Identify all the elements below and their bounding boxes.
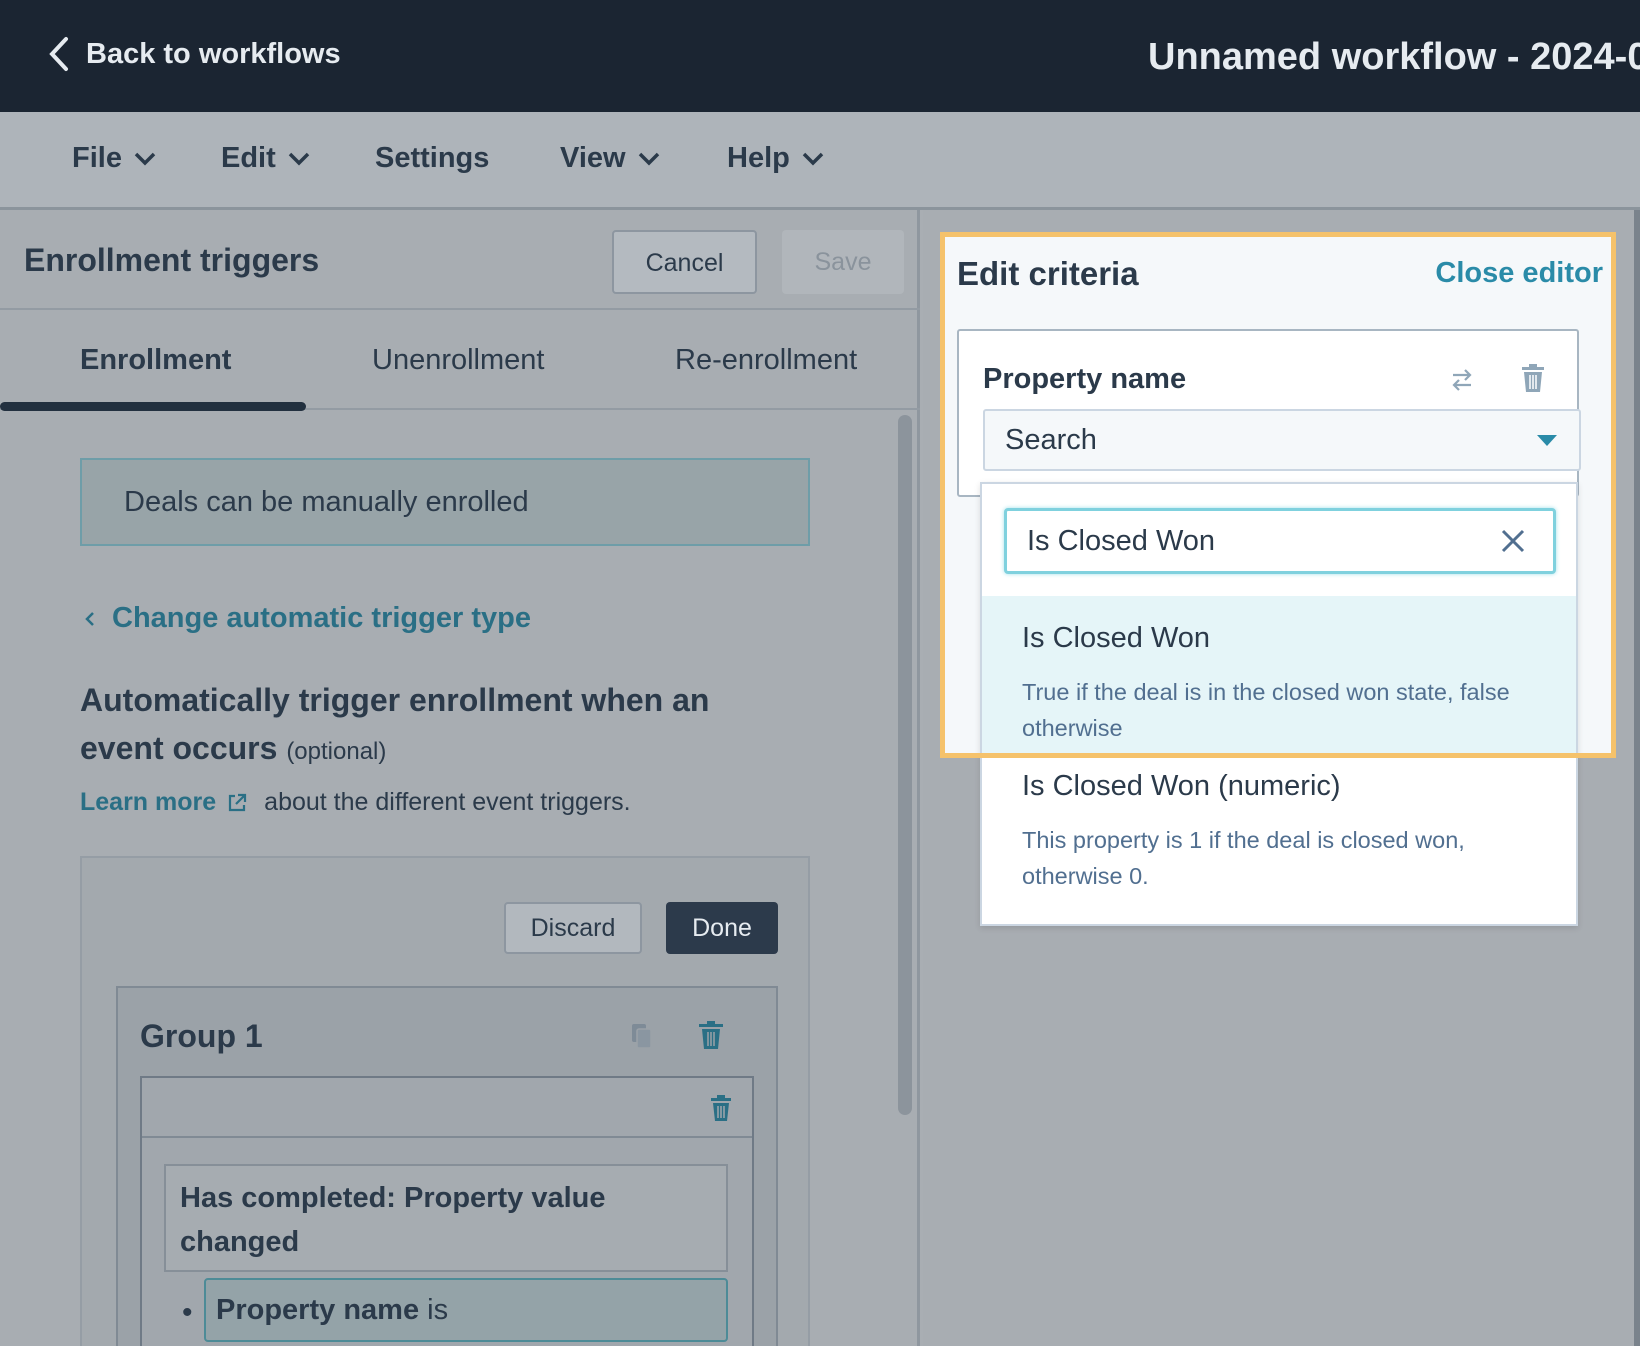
property-dropdown: Is Closed Won True if the deal is in the…	[980, 482, 1578, 926]
back-to-workflows-link[interactable]: Back to workflows	[48, 36, 341, 72]
workflow-title[interactable]: Unnamed workflow - 2024-0	[1148, 36, 1640, 79]
panel-scrollbar[interactable]	[898, 415, 912, 1115]
external-link-icon[interactable]	[226, 792, 248, 814]
tab-enrollment[interactable]: Enrollment	[80, 344, 231, 377]
menu-file-label: File	[72, 142, 122, 174]
learn-more-line: Learn more about the different event tri…	[80, 788, 631, 817]
filter-card: Has completed: Property value changed • …	[140, 1076, 754, 1346]
save-button[interactable]: Save	[782, 230, 904, 294]
change-trigger-label: Change automatic trigger type	[112, 602, 531, 634]
menu-view-label: View	[560, 142, 626, 174]
copy-icon[interactable]	[630, 1022, 654, 1050]
trash-icon[interactable]	[698, 1020, 724, 1050]
group-title: Group 1	[140, 1018, 263, 1054]
chevron-down-icon	[288, 152, 310, 165]
caret-down-icon	[1537, 435, 1557, 446]
active-tab-indicator	[0, 402, 306, 411]
option-description: This property is 1 if the deal is closed…	[1022, 827, 1465, 889]
chevron-down-icon	[802, 152, 824, 165]
dropdown-option[interactable]: Is Closed Won (numeric) This property is…	[982, 756, 1576, 924]
option-title: Is Closed Won	[1022, 622, 1211, 654]
auto-trigger-heading-text: Automatically trigger enrollment when an…	[80, 682, 710, 766]
dropdown-search	[982, 484, 1576, 596]
canvas-edge	[1634, 210, 1640, 1346]
menu-view[interactable]: View	[560, 142, 660, 175]
trash-icon[interactable]	[1521, 363, 1545, 393]
trigger-tabs: Enrollment Unenrollment Re-enrollment	[0, 310, 920, 411]
edit-criteria-title: Edit criteria	[957, 255, 1139, 292]
swap-icon[interactable]	[1449, 367, 1475, 393]
learn-more-suffix: about the different event triggers.	[264, 788, 631, 816]
property-select[interactable]: Search	[983, 409, 1581, 471]
menu-settings-label: Settings	[375, 142, 490, 174]
auto-trigger-heading: Automatically trigger enrollment when an…	[80, 676, 800, 776]
trash-icon[interactable]	[710, 1094, 732, 1122]
trigger-editor-card: Discard Done Group 1 Has completed: Prop…	[80, 856, 810, 1346]
option-description: True if the deal is in the closed won st…	[1022, 679, 1510, 741]
menu-bar: File Edit Settings View Help	[0, 112, 1640, 210]
option-title: Is Closed Won (numeric)	[1022, 770, 1341, 802]
close-icon[interactable]	[1500, 528, 1526, 554]
optional-label: (optional)	[286, 738, 387, 765]
property-name-label: Property name	[983, 363, 1187, 395]
filter-group: Group 1 Has completed: Property value ch…	[116, 986, 778, 1346]
discard-button[interactable]: Discard	[504, 902, 642, 954]
panel-header: Enrollment triggers Cancel Save	[0, 210, 920, 310]
chevron-left-icon	[85, 611, 94, 626]
event-filter-label: Has completed: Property value changed	[164, 1164, 728, 1272]
chip-operator: is	[419, 1294, 449, 1326]
change-trigger-type-link[interactable]: Change automatic trigger type	[84, 602, 531, 635]
filter-card-header	[142, 1078, 752, 1138]
menu-edit-label: Edit	[221, 142, 276, 174]
chevron-down-icon	[134, 152, 156, 165]
tab-unenrollment[interactable]: Unenrollment	[372, 344, 544, 377]
property-criteria-card: Property name Search	[957, 329, 1581, 497]
chevron-left-icon	[49, 37, 68, 71]
manual-enroll-banner: Deals can be manually enrolled	[80, 458, 810, 546]
chip-property-name: Property name	[216, 1294, 420, 1326]
property-criteria-chip[interactable]: Property name is	[204, 1278, 728, 1342]
property-search-input[interactable]	[1004, 508, 1556, 574]
menu-help[interactable]: Help	[727, 142, 824, 175]
panel-title: Enrollment triggers	[24, 242, 320, 278]
bullet-point: •	[182, 1296, 193, 1329]
learn-more-link[interactable]: Learn more	[80, 788, 216, 817]
tab-re-enrollment[interactable]: Re-enrollment	[675, 344, 857, 377]
menu-edit[interactable]: Edit	[221, 142, 310, 175]
top-bar: Back to workflows Unnamed workflow - 202…	[0, 0, 1640, 112]
back-label: Back to workflows	[86, 37, 341, 70]
close-editor-link[interactable]: Close editor	[1435, 257, 1603, 290]
menu-help-label: Help	[727, 142, 790, 174]
enrollment-triggers-panel: Enrollment triggers Cancel Save Enrollme…	[0, 210, 920, 1346]
chevron-down-icon	[638, 152, 659, 165]
cancel-button[interactable]: Cancel	[612, 230, 757, 294]
property-select-value: Search	[1005, 424, 1097, 456]
menu-settings[interactable]: Settings	[375, 142, 489, 175]
done-button[interactable]: Done	[666, 902, 778, 954]
dropdown-option[interactable]: Is Closed Won True if the deal is in the…	[982, 596, 1576, 756]
menu-file[interactable]: File	[72, 142, 156, 175]
